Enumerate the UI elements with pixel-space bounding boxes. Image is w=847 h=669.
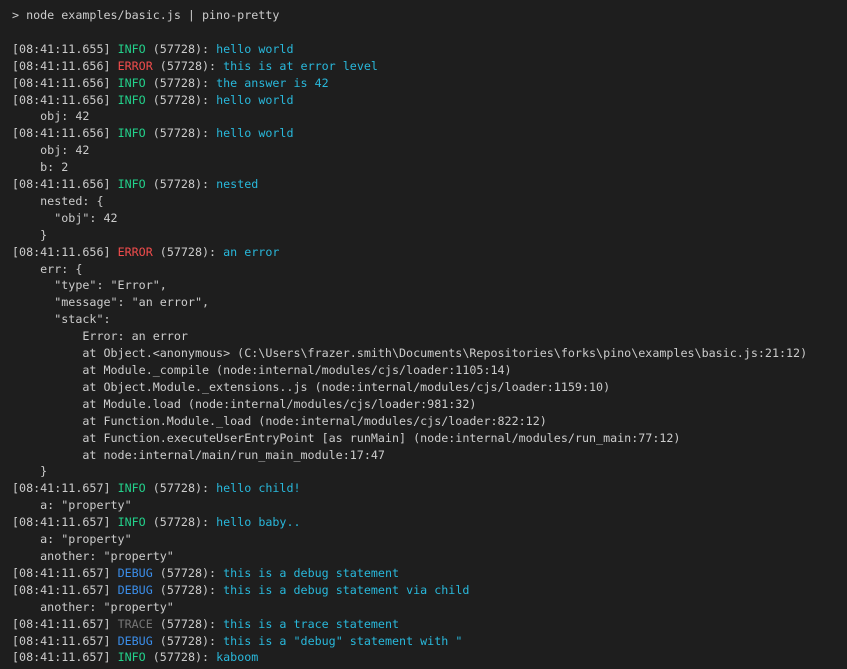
log-message: hello world (216, 126, 293, 140)
log-level: INFO (118, 42, 146, 56)
log-timestamp: [08:41:11.656] (12, 177, 118, 191)
log-line: [08:41:11.656] INFO (57728): nested (12, 176, 847, 193)
log-detail-line: at Function.executeUserEntryPoint [as ru… (12, 430, 847, 447)
log-detail-line: at Module._compile (node:internal/module… (12, 362, 847, 379)
log-detail-line: "message": "an error", (12, 294, 847, 311)
log-detail-line: another: "property" (12, 599, 847, 616)
log-line: [08:41:11.656] INFO (57728): hello world (12, 125, 847, 142)
log-timestamp: [08:41:11.657] (12, 617, 118, 631)
log-detail-line: err: { (12, 261, 847, 278)
log-pid: (57728): (146, 515, 216, 529)
log-detail-line: "stack": (12, 311, 847, 328)
log-timestamp: [08:41:11.655] (12, 42, 118, 56)
log-line: [08:41:11.657] DEBUG (57728): this is a … (12, 633, 847, 650)
log-level: INFO (118, 515, 146, 529)
log-pid: (57728): (146, 76, 216, 90)
log-pid: (57728): (146, 93, 216, 107)
log-detail-line: at Object.Module._extensions..js (node:i… (12, 379, 847, 396)
log-pid: (57728): (153, 59, 223, 73)
log-detail-line: at node:internal/main/run_main_module:17… (12, 447, 847, 464)
log-pid: (57728): (153, 583, 223, 597)
log-line: [08:41:11.657] INFO (57728): hello baby.… (12, 514, 847, 531)
log-line: [08:41:11.657] INFO (57728): kaboom (12, 649, 847, 666)
log-pid: (57728): (153, 634, 223, 648)
log-pid: (57728): (153, 245, 223, 259)
log-message: nested (216, 177, 258, 191)
log-timestamp: [08:41:11.657] (12, 481, 118, 495)
log-level: ERROR (118, 245, 153, 259)
log-line: [08:41:11.656] INFO (57728): hello world (12, 92, 847, 109)
log-level: DEBUG (118, 583, 153, 597)
log-detail-line: } (12, 227, 847, 244)
terminal-output: [08:41:11.655] INFO (57728): hello world… (12, 41, 847, 667)
terminal-canvas[interactable]: > node examples/basic.js | pino-pretty [… (0, 0, 847, 669)
log-message: this is at error level (223, 59, 378, 73)
log-message: this is a trace statement (223, 617, 399, 631)
log-timestamp: [08:41:11.656] (12, 126, 118, 140)
log-detail-line: a: "property" (12, 531, 847, 548)
log-detail-line: at Object.<anonymous> (C:\Users\frazer.s… (12, 345, 847, 362)
log-message: hello world (216, 42, 293, 56)
blank-line (12, 24, 847, 41)
log-level: TRACE (118, 617, 153, 631)
log-line: [08:41:11.656] INFO (57728): the answer … (12, 75, 847, 92)
log-detail-line: "type": "Error", (12, 277, 847, 294)
log-pid: (57728): (146, 481, 216, 495)
log-level: INFO (118, 76, 146, 90)
log-line: [08:41:11.656] ERROR (57728): an error (12, 244, 847, 261)
log-line: [08:41:11.657] INFO (57728): hello child… (12, 480, 847, 497)
log-timestamp: [08:41:11.656] (12, 59, 118, 73)
log-message: hello child! (216, 481, 300, 495)
log-detail-line: obj: 42 (12, 142, 847, 159)
log-message: this is a debug statement (223, 566, 399, 580)
log-detail-line: b: 2 (12, 159, 847, 176)
log-timestamp: [08:41:11.657] (12, 583, 118, 597)
log-timestamp: [08:41:11.657] (12, 515, 118, 529)
log-message: this is a debug statement via child (223, 583, 469, 597)
log-level: DEBUG (118, 566, 153, 580)
log-level: INFO (118, 481, 146, 495)
log-level: DEBUG (118, 634, 153, 648)
log-timestamp: [08:41:11.657] (12, 634, 118, 648)
log-pid: (57728): (153, 617, 223, 631)
log-pid: (57728): (146, 177, 216, 191)
log-level: ERROR (118, 59, 153, 73)
log-pid: (57728): (146, 42, 216, 56)
log-timestamp: [08:41:11.657] (12, 650, 118, 664)
log-line: [08:41:11.657] TRACE (57728): this is a … (12, 616, 847, 633)
log-message: hello world (216, 93, 293, 107)
log-message: an error (223, 245, 279, 259)
log-detail-line: nested: { (12, 193, 847, 210)
log-detail-line: at Function.Module._load (node:internal/… (12, 413, 847, 430)
log-detail-line: Error: an error (12, 328, 847, 345)
log-detail-line: at Module.load (node:internal/modules/cj… (12, 396, 847, 413)
log-level: INFO (118, 93, 146, 107)
log-detail-line: another: "property" (12, 548, 847, 565)
log-detail-line: obj: 42 (12, 108, 847, 125)
log-message: hello baby.. (216, 515, 300, 529)
log-message: this is a "debug" statement with " (223, 634, 462, 648)
log-timestamp: [08:41:11.656] (12, 93, 118, 107)
log-timestamp: [08:41:11.656] (12, 245, 118, 259)
log-line: [08:41:11.657] DEBUG (57728): this is a … (12, 582, 847, 599)
command-line: > node examples/basic.js | pino-pretty (12, 7, 847, 24)
log-message: the answer is 42 (216, 76, 329, 90)
log-pid: (57728): (153, 566, 223, 580)
log-line: [08:41:11.657] DEBUG (57728): this is a … (12, 565, 847, 582)
log-pid: (57728): (146, 650, 216, 664)
log-line: [08:41:11.656] ERROR (57728): this is at… (12, 58, 847, 75)
log-level: INFO (118, 126, 146, 140)
log-detail-line: } (12, 463, 847, 480)
log-pid: (57728): (146, 126, 216, 140)
log-timestamp: [08:41:11.656] (12, 76, 118, 90)
log-detail-line: a: "property" (12, 497, 847, 514)
log-level: INFO (118, 177, 146, 191)
log-detail-line: "obj": 42 (12, 210, 847, 227)
log-message: kaboom (216, 650, 258, 664)
log-line: [08:41:11.655] INFO (57728): hello world (12, 41, 847, 58)
log-level: INFO (118, 650, 146, 664)
log-timestamp: [08:41:11.657] (12, 566, 118, 580)
